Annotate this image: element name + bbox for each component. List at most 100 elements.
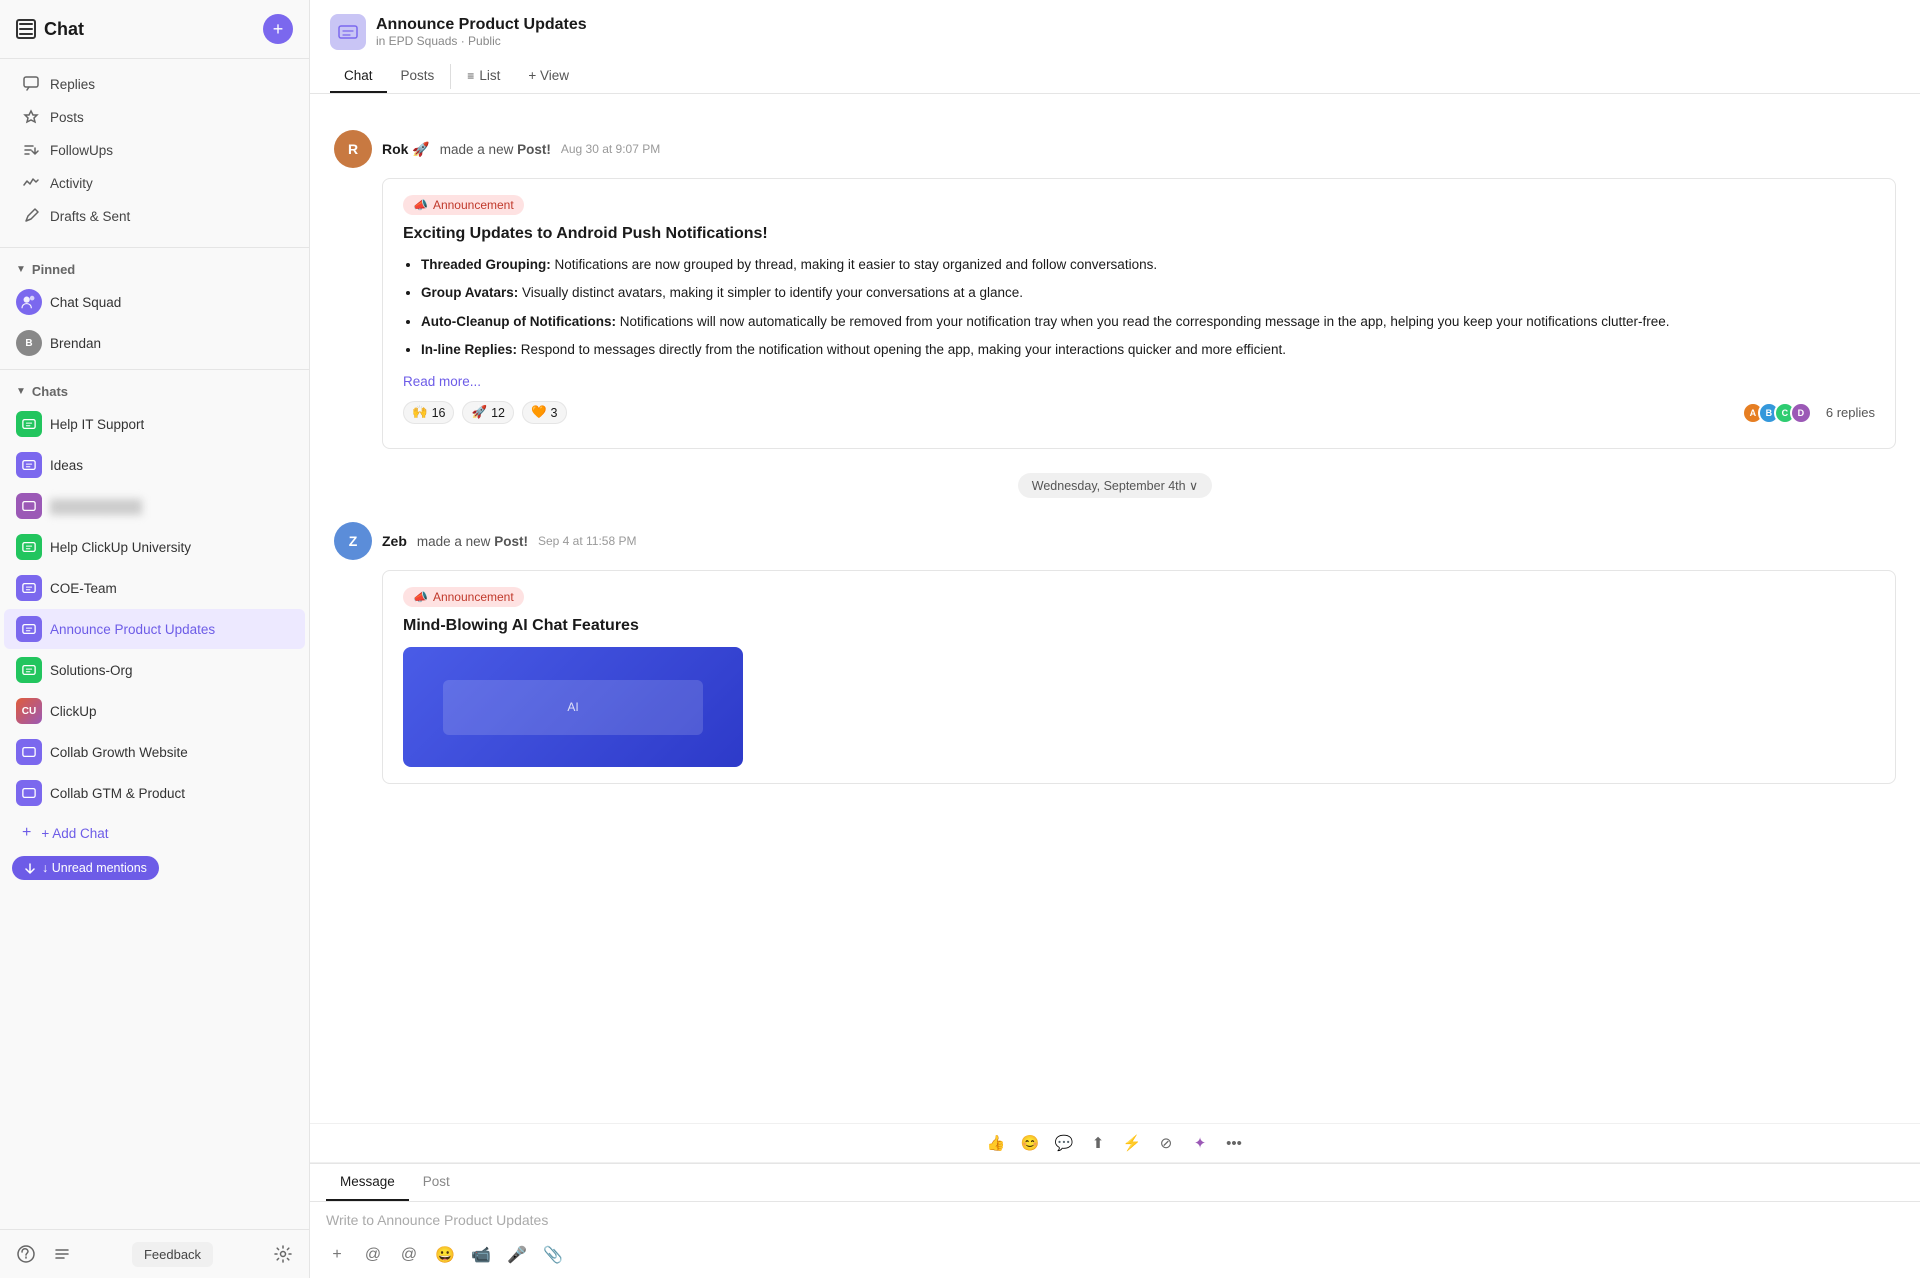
unread-mentions-badge[interactable]: ↓ Unread mentions (12, 856, 159, 880)
settings-icon[interactable] (269, 1240, 297, 1268)
chat-item-help-it[interactable]: Help IT Support (4, 404, 305, 444)
chat-item-clickup[interactable]: CU ClickUp (4, 691, 305, 731)
announcement-badge-1: 📣 Announcement (403, 195, 524, 215)
chat-item-collab-growth[interactable]: Collab Growth Website (4, 732, 305, 772)
clickup-name: ClickUp (50, 704, 97, 719)
help-icon[interactable] (12, 1240, 40, 1268)
date-pill[interactable]: Wednesday, September 4th ∨ (1018, 473, 1212, 498)
msg-2-time: Sep 4 at 11:58 PM (538, 534, 637, 548)
floating-toolbar: 👍 😊 💬 ⬆ ⚡ ⊘ ✦ ••• (310, 1123, 1920, 1163)
tab-view[interactable]: + View (514, 60, 583, 93)
pinned-item-brendan[interactable]: B Brendan (4, 323, 305, 363)
reaction-3[interactable]: 🧡 3 (522, 401, 567, 424)
chat-item-announce[interactable]: Announce Product Updates (4, 609, 305, 649)
post-image: AI (403, 647, 743, 767)
read-more-link[interactable]: Read more... (403, 374, 481, 389)
collab-gtm-name: Collab GTM & Product (50, 786, 185, 801)
tab-list[interactable]: ≡ List (453, 60, 514, 93)
post-1-bullets: Threaded Grouping: Notifications are now… (403, 255, 1875, 360)
reply-count[interactable]: 6 replies (1826, 405, 1875, 420)
input-placeholder: Write to Announce Product Updates (326, 1212, 1904, 1228)
bullet-3: Auto-Cleanup of Notifications: Notificat… (421, 312, 1875, 332)
video-action-icon[interactable]: 📹 (468, 1242, 494, 1268)
sidebar: Chat + Replies Posts FollowUps (0, 0, 310, 1278)
nav-item-drafts[interactable]: Drafts & Sent (6, 200, 303, 232)
brendan-name: Brendan (50, 336, 101, 351)
sidebar-title-text: Chat (44, 19, 84, 40)
feedback-button[interactable]: Feedback (132, 1242, 213, 1267)
chat-item-blurred[interactable]: ██████████ (4, 486, 305, 526)
reply-avatars: A B C D (1742, 402, 1812, 424)
help-it-name: Help IT Support (50, 417, 144, 432)
collab-growth-avatar (16, 739, 42, 765)
message-1-meta: R Rok 🚀 made a new Post! Aug 30 at 9:07 … (334, 130, 1896, 168)
sparkle-toolbar-icon[interactable]: ✦ (1187, 1130, 1213, 1156)
input-tab-post-label: Post (423, 1174, 450, 1189)
nav-item-activity-label: Activity (50, 176, 93, 191)
add-icon: + (22, 824, 31, 842)
tab-chat[interactable]: Chat (330, 60, 387, 93)
lightning-toolbar-icon[interactable]: ⚡ (1119, 1130, 1145, 1156)
tab-view-label: + View (528, 68, 569, 83)
tab-posts[interactable]: Posts (387, 60, 449, 93)
nav-item-replies-label: Replies (50, 77, 95, 92)
posts-icon (22, 108, 40, 126)
nav-item-followups-label: FollowUps (50, 143, 113, 158)
list-icon[interactable] (48, 1240, 76, 1268)
nav-item-replies[interactable]: Replies (6, 68, 303, 100)
msg-1-action: made a new Post! (440, 142, 551, 157)
chats-section-header[interactable]: ▼ Chats (0, 376, 309, 403)
chats-section-label: Chats (32, 384, 68, 399)
gif-action-icon[interactable]: 😀 (432, 1242, 458, 1268)
nav-item-activity[interactable]: Activity (6, 167, 303, 199)
main-content: Announce Product Updates in EPD Squads ·… (310, 0, 1920, 1278)
pinned-item-chat-squad[interactable]: Chat Squad (4, 282, 305, 322)
nav-item-posts[interactable]: Posts (6, 101, 303, 133)
reaction-1[interactable]: 🙌 16 (403, 401, 454, 424)
share-toolbar-icon[interactable]: ⬆ (1085, 1130, 1111, 1156)
comment-toolbar-icon[interactable]: 💬 (1051, 1130, 1077, 1156)
nav-item-posts-label: Posts (50, 110, 84, 125)
channel-tabs: Chat Posts ≡ List + View (330, 60, 1900, 93)
blurred-avatar (16, 493, 42, 519)
reaction-2[interactable]: 🚀 12 (462, 401, 513, 424)
input-tab-post[interactable]: Post (409, 1164, 464, 1201)
attach-action-icon[interactable]: 📎 (540, 1242, 566, 1268)
tab-list-label: List (479, 68, 500, 83)
announce-avatar (16, 616, 42, 642)
help-it-avatar (16, 411, 42, 437)
chat-item-ideas[interactable]: Ideas (4, 445, 305, 485)
emoji-action-icon[interactable]: @ (396, 1242, 422, 1268)
msg-2-avatar: Z (334, 522, 372, 560)
post-2-title: Mind-Blowing AI Chat Features (403, 617, 1875, 635)
message-2-meta: Z Zeb made a new Post! Sep 4 at 11:58 PM (334, 522, 1896, 560)
mic-action-icon[interactable]: 🎤 (504, 1242, 530, 1268)
chat-item-collab-gtm[interactable]: Collab GTM & Product (4, 773, 305, 813)
announcement-badge-2: 📣 Announcement (403, 587, 524, 607)
add-chat-nav[interactable]: + + Add Chat (6, 817, 303, 849)
msg-1-author: Rok 🚀 (382, 141, 430, 158)
tab-chat-label: Chat (344, 68, 373, 83)
channel-header: Announce Product Updates in EPD Squads ·… (310, 0, 1920, 94)
channel-title-row: Announce Product Updates in EPD Squads ·… (330, 14, 1900, 50)
add-chat-button[interactable]: + (263, 14, 293, 44)
chat-item-solutions-org[interactable]: Solutions-Org (4, 650, 305, 690)
input-tab-message[interactable]: Message (326, 1164, 409, 1201)
input-box: Write to Announce Product Updates (310, 1202, 1920, 1236)
chat-item-coe-team[interactable]: COE-Team (4, 568, 305, 608)
input-actions: + @ @ 😀 📹 🎤 📎 (310, 1236, 1920, 1278)
mention-action-icon[interactable]: @ (360, 1242, 386, 1268)
replies-icon (22, 75, 40, 93)
msg-2-action: made a new Post! (417, 534, 528, 549)
followups-icon (22, 141, 40, 159)
emoji-toolbar-icon[interactable]: 😊 (1017, 1130, 1043, 1156)
pinned-section-header[interactable]: ▼ Pinned (0, 254, 309, 281)
more-toolbar-icon[interactable]: ••• (1221, 1130, 1247, 1156)
image-placeholder-text: AI (567, 700, 578, 714)
chat-item-help-clickup[interactable]: Help ClickUp University (4, 527, 305, 567)
thumbs-up-toolbar-icon[interactable]: 👍 (983, 1130, 1009, 1156)
nav-item-followups[interactable]: FollowUps (6, 134, 303, 166)
plus-action-icon[interactable]: + (324, 1242, 350, 1268)
no-toolbar-icon[interactable]: ⊘ (1153, 1130, 1179, 1156)
date-divider: Wednesday, September 4th ∨ (310, 465, 1920, 506)
